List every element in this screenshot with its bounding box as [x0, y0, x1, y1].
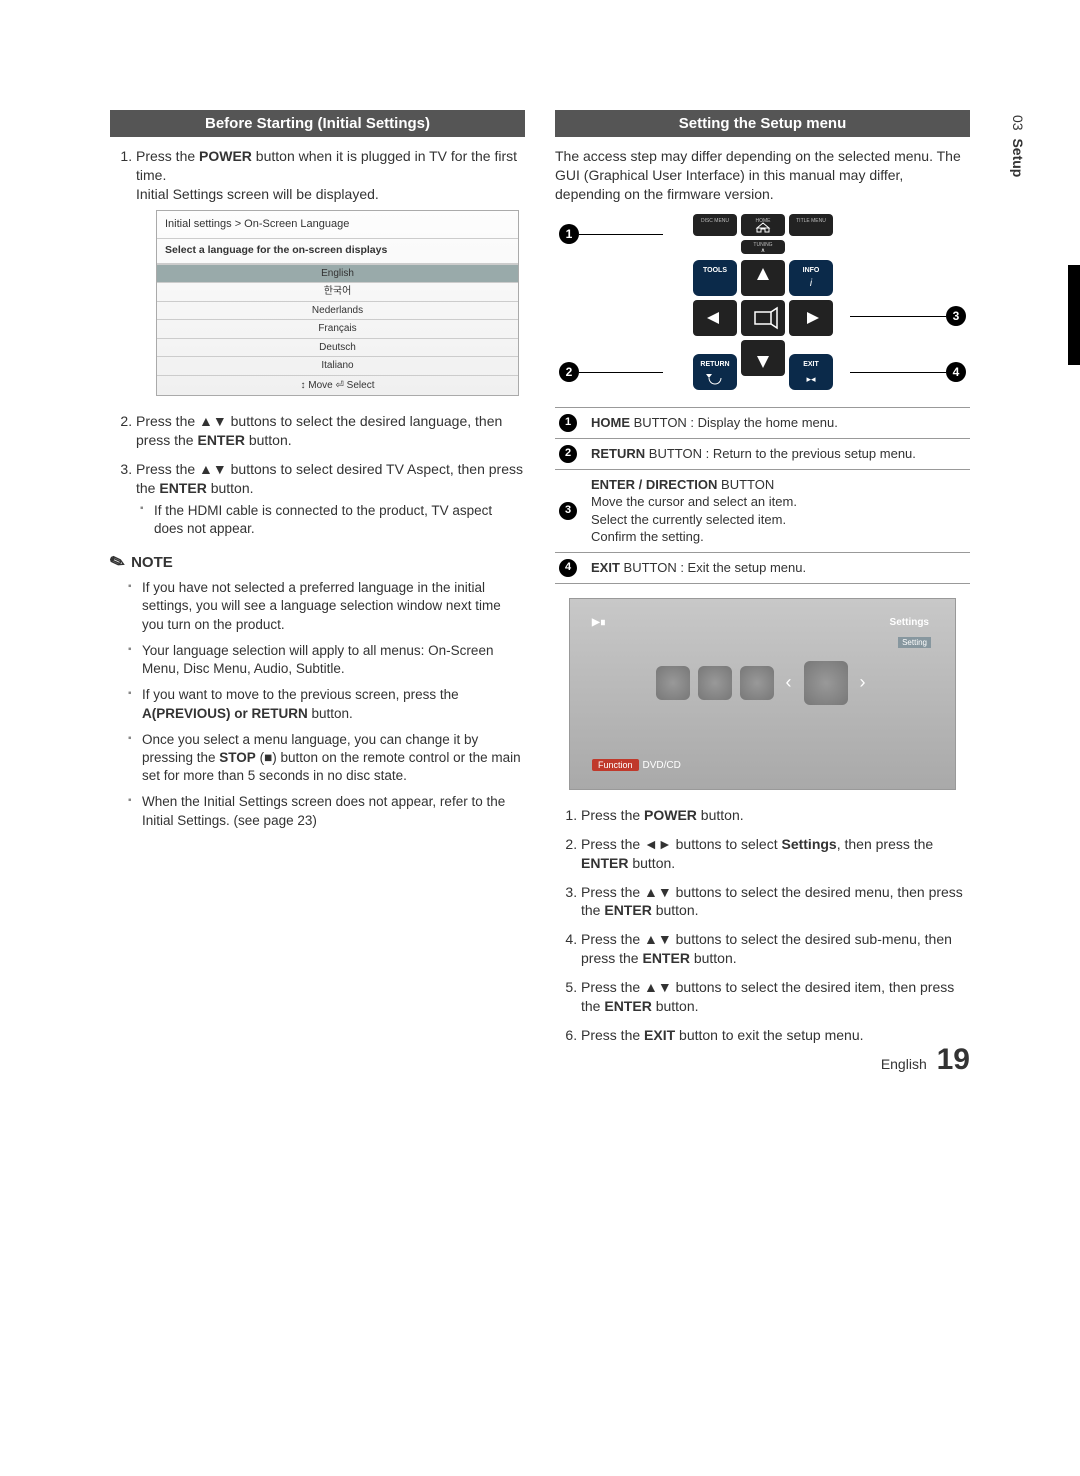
- page-footer: English 19: [881, 1043, 970, 1077]
- side-section-text: Setup: [1010, 138, 1026, 177]
- row-num-icon: 4: [559, 559, 577, 577]
- footer-language: English: [881, 1056, 927, 1072]
- side-section-label: 03 Setup: [1010, 115, 1026, 177]
- lang-footer-hint: ↕ Move ⏎ Select: [157, 375, 518, 396]
- note-item: Once you select a menu language, you can…: [128, 731, 525, 786]
- step-3-note: If the HDMI cable is connected to the pr…: [140, 502, 525, 538]
- note-heading: ✎ NOTE: [110, 552, 525, 573]
- step-1: Press the POWER button when it is plugge…: [136, 147, 525, 396]
- tv-function-row: FunctionDVD/CD: [592, 760, 681, 771]
- note-item: Your language selection will apply to al…: [128, 642, 525, 678]
- lang-list: English 한국어 Nederlands Français Deutsch …: [157, 264, 518, 375]
- menu-icon: [698, 666, 732, 700]
- callout-2: 2: [559, 362, 579, 382]
- setup-step: Press the ▲▼ buttons to select the desir…: [581, 978, 970, 1016]
- settings-gear-icon: [804, 661, 848, 705]
- lang-option: 한국어: [157, 282, 518, 301]
- svg-text:▸◂: ▸◂: [806, 374, 816, 384]
- setup-step: Press the POWER button.: [581, 806, 970, 825]
- remote-button-table: 1 HOME BUTTON : Display the home menu. 2…: [555, 407, 970, 584]
- lang-option: Nederlands: [157, 301, 518, 320]
- note-item: When the Initial Settings screen does no…: [128, 793, 525, 829]
- right-intro: The access step may differ depending on …: [555, 147, 970, 204]
- svg-text:RETURN: RETURN: [700, 361, 729, 368]
- function-chip: Function: [592, 759, 639, 771]
- callout-1: 1: [559, 224, 579, 244]
- svg-text:INFO: INFO: [802, 267, 819, 274]
- callout-3: 3: [946, 306, 966, 326]
- tv-playback-icon: ▶∎: [592, 617, 606, 628]
- svg-text:TITLE MENU: TITLE MENU: [796, 218, 826, 224]
- manual-page: 03 Setup Before Starting (Initial Settin…: [0, 0, 1080, 1117]
- row-num-icon: 1: [559, 414, 577, 432]
- setup-step: Press the ▲▼ buttons to select the desir…: [581, 883, 970, 921]
- pencil-icon: ✎: [107, 550, 128, 575]
- setup-step: Press the ▲▼ buttons to select the desir…: [581, 930, 970, 968]
- chevron-left-icon: ‹: [782, 672, 796, 693]
- step-2: Press the ▲▼ buttons to select the desir…: [136, 412, 525, 450]
- table-row: 1 HOME BUTTON : Display the home menu.: [555, 407, 970, 438]
- table-row: 2 RETURN BUTTON : Return to the previous…: [555, 438, 970, 469]
- svg-text:DISC MENU: DISC MENU: [700, 218, 728, 224]
- lang-option: Deutsch: [157, 338, 518, 357]
- tv-tooltip: Setting: [898, 637, 931, 648]
- remote-diagram: 1 2 3 4 DISC MENU HOME TITLE MENU TUNING…: [555, 214, 970, 399]
- side-tab-marker: [1068, 265, 1080, 365]
- row-num-icon: 2: [559, 445, 577, 463]
- lang-option: Italiano: [157, 356, 518, 375]
- setup-steps-list: Press the POWER button. Press the ◄► but…: [555, 806, 970, 1045]
- menu-icon: [740, 666, 774, 700]
- language-selection-box: Initial settings > On-Screen Language Se…: [156, 210, 519, 397]
- right-section-header: Setting the Setup menu: [555, 110, 970, 137]
- chevron-right-icon: ›: [856, 672, 870, 693]
- note-item: If you want to move to the previous scre…: [128, 686, 525, 722]
- table-row: 4 EXIT BUTTON : Exit the setup menu.: [555, 552, 970, 583]
- left-section-header: Before Starting (Initial Settings): [110, 110, 525, 137]
- lang-breadcrumb: Initial settings > On-Screen Language: [157, 211, 518, 239]
- tv-icon-row: ‹ ›: [570, 661, 955, 705]
- right-column: Setting the Setup menu The access step m…: [555, 110, 970, 1057]
- setup-step: Press the ◄► buttons to select Settings,…: [581, 835, 970, 873]
- footer-page-number: 19: [937, 1043, 970, 1076]
- side-section-number: 03: [1010, 115, 1026, 131]
- remote-svg: DISC MENU HOME TITLE MENU TUNING∧ TOOLS …: [673, 214, 853, 399]
- lang-option: English: [157, 264, 518, 283]
- tv-home-screen: ▶∎ Settings Setting ‹ › FunctionDVD/CD: [569, 598, 956, 790]
- step-3: Press the ▲▼ buttons to select desired T…: [136, 460, 525, 538]
- svg-text:TOOLS: TOOLS: [703, 267, 727, 274]
- lang-prompt: Select a language for the on-screen disp…: [157, 239, 518, 264]
- notes-list: If you have not selected a preferred lan…: [110, 579, 525, 830]
- initial-steps-list: Press the POWER button when it is plugge…: [110, 147, 525, 538]
- table-row: 3 ENTER / DIRECTION BUTTON Move the curs…: [555, 469, 970, 552]
- callout-4: 4: [946, 362, 966, 382]
- menu-icon: [656, 666, 690, 700]
- svg-text:∧: ∧: [760, 248, 764, 254]
- tv-settings-label: Settings: [890, 617, 929, 628]
- lang-option: Français: [157, 319, 518, 338]
- left-column: Before Starting (Initial Settings) Press…: [110, 110, 525, 1057]
- note-item: If you have not selected a preferred lan…: [128, 579, 525, 634]
- svg-text:EXIT: EXIT: [803, 361, 819, 368]
- row-num-icon: 3: [559, 502, 577, 520]
